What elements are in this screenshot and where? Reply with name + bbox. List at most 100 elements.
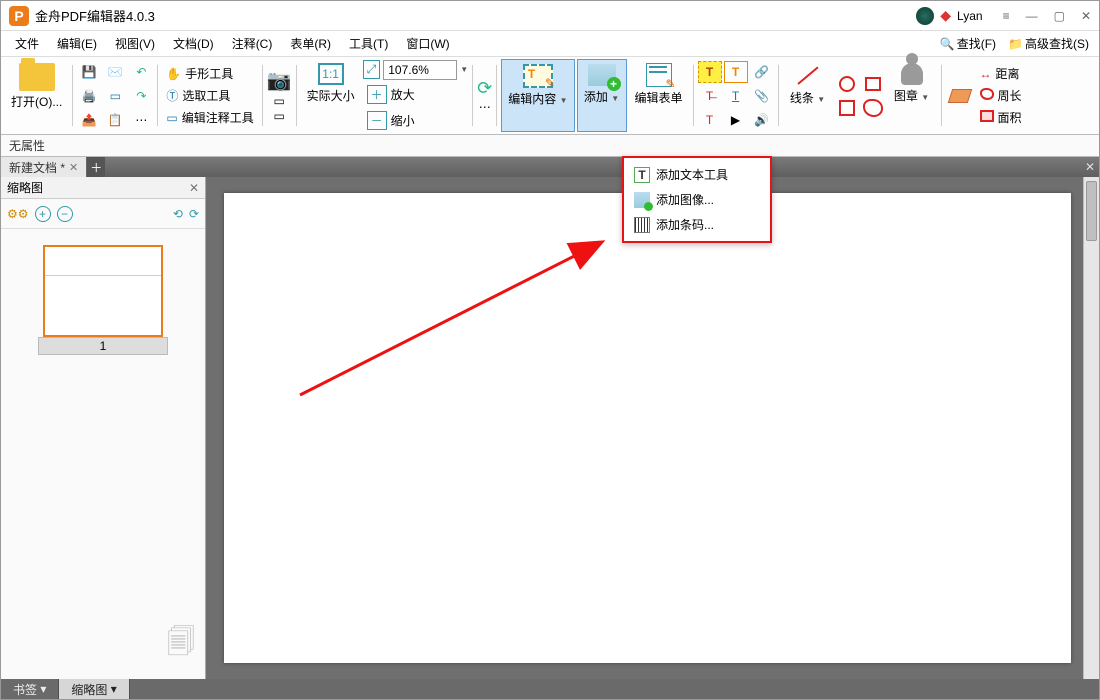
rotate-right-button[interactable]: ⟳ (189, 207, 199, 221)
cloud-button[interactable] (861, 97, 885, 119)
edit-form-button[interactable]: ✎ 编辑表单 (629, 59, 689, 132)
zoom-in-button[interactable]: ＋放大 (363, 83, 469, 106)
perimeter-button[interactable]: 周长 (976, 85, 1026, 106)
document-tab-label: 新建文档 * (9, 159, 65, 176)
zoom-input[interactable] (383, 60, 457, 80)
add-barcode-menuitem[interactable]: 添加条码... (624, 212, 770, 237)
sound-button[interactable]: 🔊 (750, 109, 774, 131)
folder-icon (19, 63, 55, 91)
fit-page-button[interactable]: ⤢ (363, 60, 381, 79)
page-paper[interactable] (224, 193, 1071, 663)
snapshot-more-button[interactable]: ▭ (267, 109, 292, 123)
zoom-in-icon: ＋ (367, 85, 387, 104)
rotate-button[interactable]: ⟳ (477, 78, 492, 99)
open-button[interactable]: 打开(O)... (5, 59, 68, 132)
pages-watermark-icon: 🗐 (167, 621, 195, 669)
redo-button[interactable]: ↷ (129, 85, 153, 107)
hand-tool-button[interactable]: ✋手形工具 (162, 63, 257, 84)
menu-window[interactable]: 窗口(W) (398, 32, 457, 55)
rotate-options-button[interactable]: ⋯ (477, 100, 492, 114)
add-button[interactable]: + 添加 ▼ (577, 59, 627, 132)
new-tab-button[interactable]: ＋ (87, 157, 105, 177)
menu-edit[interactable]: 编辑(E) (49, 32, 105, 55)
print-button[interactable]: 🖨️ (77, 85, 101, 107)
eraser-button[interactable] (950, 89, 970, 103)
clipboard-button[interactable]: 📋 (103, 109, 127, 131)
main-area: 缩略图 ✕ ⚙⚙ + − ⟲ ⟳ 1 🗐 (1, 177, 1099, 679)
stamp-button[interactable]: 图章 ▼ (887, 59, 937, 132)
video-button[interactable]: ▶ (724, 109, 748, 131)
distance-button[interactable]: ↔距离 (976, 63, 1026, 84)
rect-button[interactable] (835, 97, 859, 119)
save-button[interactable]: 💾 (77, 61, 101, 83)
annot-select-icon: ▭ (166, 111, 177, 125)
tab-thumbnails[interactable]: 缩略图 ▾ (59, 679, 129, 699)
maximize-button[interactable]: ▢ (1054, 9, 1065, 23)
thumb-zoom-in-button[interactable]: + (35, 206, 51, 222)
menu-form[interactable]: 表单(R) (282, 32, 339, 55)
menu-file[interactable]: 文件 (7, 32, 47, 55)
app-title: 金舟PDF编辑器4.0.3 (35, 6, 916, 25)
find-button[interactable]: 🔍 查找(F) (936, 33, 1000, 54)
sidebar-title-bar: 缩略图 ✕ (1, 177, 205, 199)
sidebar-close-button[interactable]: ✕ (189, 181, 199, 195)
more-file-button[interactable]: ⋯ (129, 109, 153, 131)
eraser-icon (947, 89, 972, 103)
attach-button[interactable]: 📎 (750, 85, 774, 107)
find-icon: 🔍 (940, 37, 955, 51)
menu-tools[interactable]: 工具(T) (341, 32, 396, 55)
thumb-options-button[interactable]: ⚙⚙ (7, 207, 29, 221)
menu-more-icon[interactable]: ≡ (1003, 9, 1010, 23)
add-barcode-icon (634, 217, 650, 233)
tab-close-button[interactable]: ✕ (69, 161, 78, 174)
annot-tool-button[interactable]: ▭编辑注释工具 (162, 107, 257, 128)
user-name: Lyan (957, 9, 983, 23)
advanced-find-button[interactable]: 📁 高级查找(S) (1004, 33, 1093, 54)
polygon-button[interactable] (861, 73, 885, 95)
strike-text-button[interactable]: T̶ (698, 85, 722, 107)
lines-button[interactable]: 线条 ▼ (783, 59, 833, 132)
add-image-menuitem[interactable]: 添加图像... (624, 187, 770, 212)
zoom-out-button[interactable]: －缩小 (363, 109, 469, 132)
close-button[interactable]: ✕ (1081, 9, 1091, 23)
open-label: 打开(O)... (11, 93, 62, 110)
sidebar-title: 缩略图 (7, 179, 43, 196)
camera-button[interactable]: 📷 (267, 68, 292, 93)
mail-button[interactable]: ✉️ (103, 61, 127, 83)
actual-size-button[interactable]: 1:1 实际大小 (301, 59, 361, 132)
zoom-dropdown-button[interactable]: ▼ (460, 65, 468, 74)
tab-bookmarks[interactable]: 书签 ▾ (1, 679, 59, 699)
tabstrip-close-button[interactable]: ✕ (1081, 157, 1099, 177)
scroll-thumb[interactable] (1086, 181, 1097, 241)
area-button[interactable]: 面积 (976, 107, 1026, 128)
underline-text-button[interactable]: T (724, 85, 748, 107)
add-text-icon: T (634, 167, 650, 183)
menu-comment[interactable]: 注释(C) (224, 32, 281, 55)
vertical-scrollbar[interactable] (1083, 177, 1099, 679)
user-area[interactable]: ◆ Lyan (916, 7, 982, 25)
undo-button[interactable]: ↶ (129, 61, 153, 83)
snapshot-options-button[interactable]: ▭ (267, 94, 292, 108)
rotate-left-button[interactable]: ⟲ (173, 207, 183, 221)
thumbnails-list: 1 🗐 (1, 229, 205, 679)
page-thumbnail[interactable] (43, 245, 163, 337)
select-tool-button[interactable]: Ⓣ选取工具 (162, 85, 257, 106)
document-tab[interactable]: 新建文档 * ✕ (1, 157, 87, 177)
edit-content-button[interactable]: T✎ 编辑内容 ▼ (501, 59, 574, 132)
ellipse-button[interactable] (835, 73, 859, 95)
add-image-label: 添加图像... (656, 191, 714, 208)
minimize-button[interactable]: — (1026, 9, 1038, 23)
app-icon: P (9, 6, 29, 26)
snapshot-group: 📷 ▭ ▭ (267, 59, 292, 132)
add-text-menuitem[interactable]: T 添加文本工具 (624, 162, 770, 187)
highlight-text-button[interactable]: T (698, 61, 722, 83)
link-button[interactable]: 🔗 (750, 61, 774, 83)
text-box-button[interactable]: T (724, 61, 748, 83)
menu-document[interactable]: 文档(D) (165, 32, 222, 55)
insert-text-button[interactable]: T (698, 109, 722, 131)
thumb-zoom-out-button[interactable]: − (57, 206, 73, 222)
scan-button[interactable]: ▭ (103, 85, 127, 107)
menu-view[interactable]: 视图(V) (107, 32, 163, 55)
perimeter-icon (980, 88, 994, 103)
export-button[interactable]: 📤 (77, 109, 101, 131)
